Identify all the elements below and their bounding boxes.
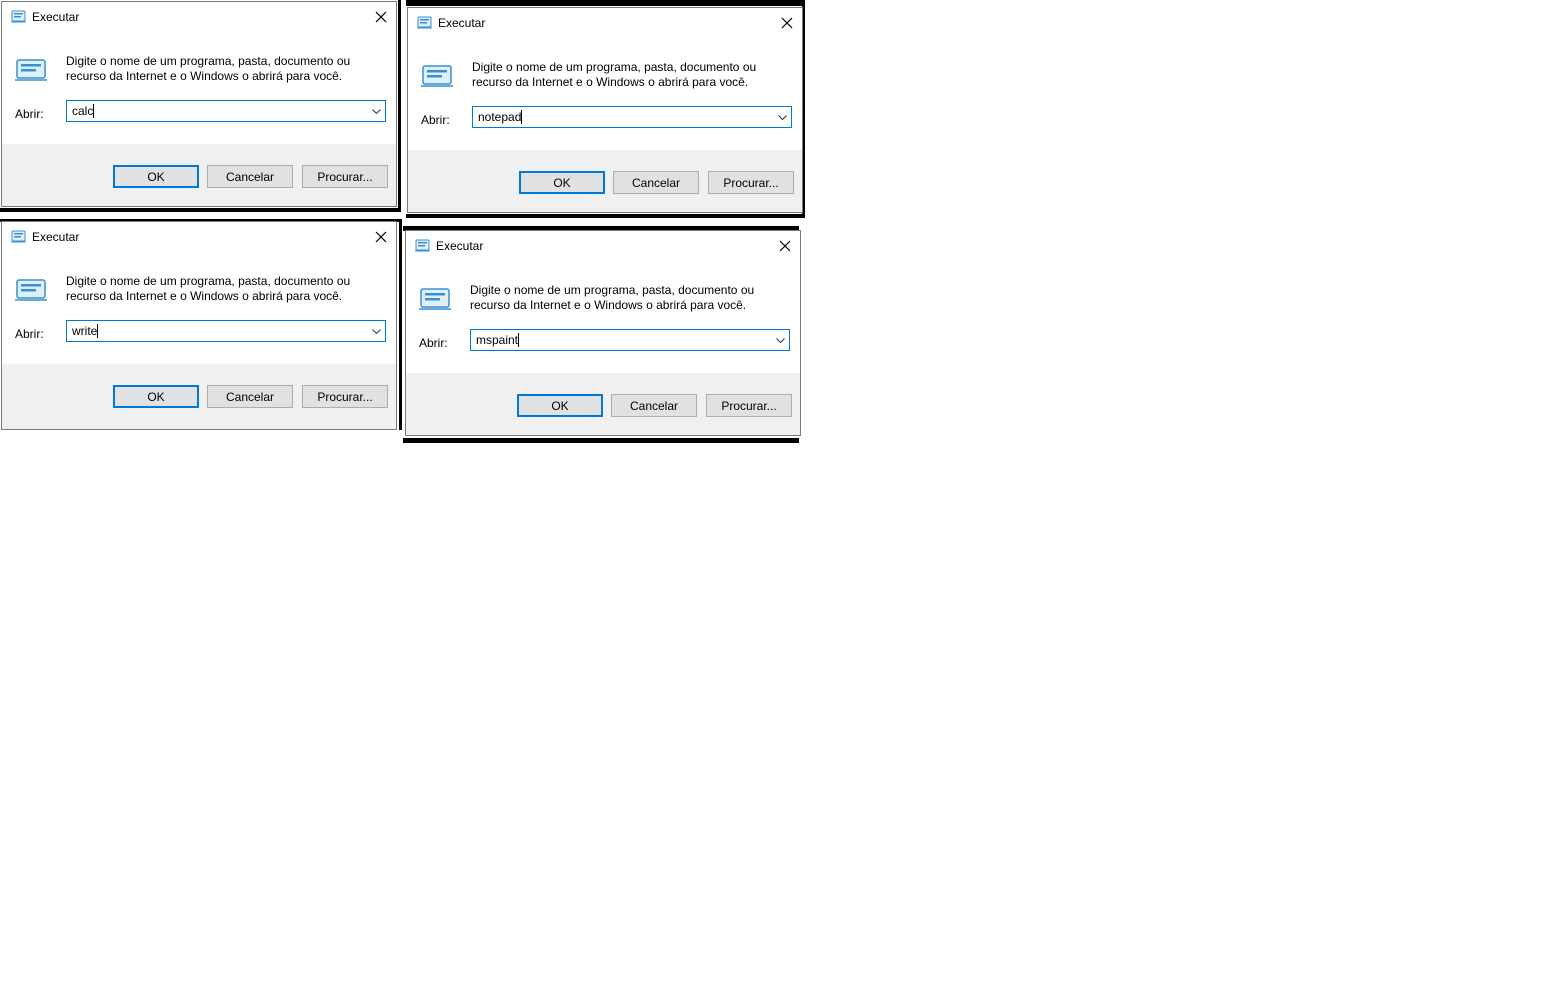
text-caret: [521, 110, 523, 124]
run-large-icon: [421, 65, 453, 87]
text-caret: [97, 324, 99, 338]
window-title: Executar: [32, 230, 80, 244]
open-input-value[interactable]: calc: [72, 104, 95, 118]
close-icon: [779, 240, 791, 252]
browse-button[interactable]: Procurar...: [708, 171, 794, 194]
dialog-description: Digite o nome de um programa, pasta, doc…: [66, 274, 351, 303]
open-combobox[interactable]: write: [66, 320, 386, 342]
text-caret: [93, 104, 95, 118]
frame-bar: [398, 0, 401, 212]
dropdown-button[interactable]: [773, 332, 787, 348]
open-combobox[interactable]: mspaint: [470, 329, 790, 351]
dialog-body: Digite o nome de um programa, pasta, doc…: [2, 32, 396, 144]
title-bar: Executar: [406, 231, 800, 261]
dialog-description: Digite o nome de um programa, pasta, doc…: [472, 60, 757, 89]
dropdown-button[interactable]: [369, 323, 383, 339]
dropdown-button[interactable]: [369, 103, 383, 119]
window-title: Executar: [436, 239, 484, 253]
browse-button[interactable]: Procurar...: [706, 394, 792, 417]
chevron-down-icon: [371, 328, 381, 334]
run-icon: [417, 16, 432, 29]
frame-bar: [403, 438, 799, 443]
dialog-description: Digite o nome de um programa, pasta, doc…: [66, 54, 351, 83]
cancel-button[interactable]: Cancelar: [207, 165, 293, 188]
ok-button[interactable]: OK: [113, 385, 199, 408]
open-label: Abrir:: [421, 113, 450, 127]
run-dialog: Executar Digite o nome de um programa, p…: [1, 1, 397, 207]
close-icon: [781, 17, 793, 29]
text-caret: [518, 333, 520, 347]
window-title: Executar: [438, 16, 486, 30]
chevron-down-icon: [775, 337, 785, 343]
dialog-body: Digite o nome de um programa, pasta, doc…: [408, 38, 802, 150]
run-large-icon: [419, 288, 451, 310]
cancel-button[interactable]: Cancelar: [207, 385, 293, 408]
browse-button[interactable]: Procurar...: [302, 165, 388, 188]
frame-bar: [399, 219, 402, 430]
dropdown-button[interactable]: [775, 109, 789, 125]
dialog-description: Digite o nome de um programa, pasta, doc…: [470, 283, 755, 312]
open-input-value[interactable]: mspaint: [476, 333, 520, 347]
title-bar: Executar: [2, 222, 396, 252]
close-icon: [375, 11, 387, 23]
run-icon: [415, 239, 430, 252]
dialog-body: Digite o nome de um programa, pasta, doc…: [2, 252, 396, 364]
frame-bar: [0, 208, 400, 212]
close-button[interactable]: [770, 231, 800, 261]
ok-button[interactable]: OK: [113, 165, 199, 188]
frame-bar: [406, 214, 805, 218]
window-title: Executar: [32, 10, 80, 24]
run-icon: [11, 10, 26, 23]
cancel-button[interactable]: Cancelar: [613, 171, 699, 194]
chevron-down-icon: [371, 108, 381, 114]
open-input-value[interactable]: notepad: [478, 110, 523, 124]
close-button[interactable]: [772, 8, 802, 38]
open-label: Abrir:: [15, 107, 44, 121]
cancel-button[interactable]: Cancelar: [611, 394, 697, 417]
open-combobox[interactable]: calc: [66, 100, 386, 122]
title-bar: Executar: [408, 8, 802, 38]
run-dialog: Executar Digite o nome de um programa, p…: [407, 7, 803, 213]
chevron-down-icon: [777, 114, 787, 120]
run-large-icon: [15, 59, 47, 81]
open-label: Abrir:: [15, 327, 44, 341]
open-label: Abrir:: [419, 336, 448, 350]
run-icon: [11, 230, 26, 243]
ok-button[interactable]: OK: [519, 171, 605, 194]
run-large-icon: [15, 279, 47, 301]
close-icon: [375, 231, 387, 243]
title-bar: Executar: [2, 2, 396, 32]
run-dialog: Executar Digite o nome de um programa, p…: [405, 230, 801, 436]
ok-button[interactable]: OK: [517, 394, 603, 417]
dialog-body: Digite o nome de um programa, pasta, doc…: [406, 261, 800, 373]
open-input-value[interactable]: write: [72, 324, 99, 338]
close-button[interactable]: [366, 222, 396, 252]
frame-bar: [406, 0, 805, 6]
close-button[interactable]: [366, 2, 396, 32]
browse-button[interactable]: Procurar...: [302, 385, 388, 408]
run-dialog: Executar Digite o nome de um programa, p…: [1, 221, 397, 430]
open-combobox[interactable]: notepad: [472, 106, 792, 128]
